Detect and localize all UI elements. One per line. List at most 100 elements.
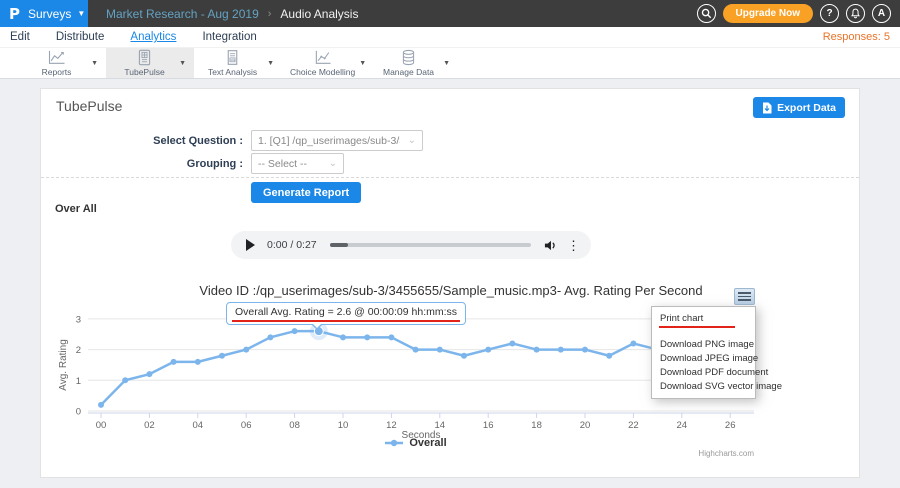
export-data-label: Export Data — [777, 102, 836, 114]
svg-text:20: 20 — [580, 420, 591, 431]
search-icon — [701, 8, 712, 19]
chevron-down-icon[interactable]: ▼ — [91, 60, 98, 67]
select-question-dropdown[interactable]: 1. [Q1] /qp_userimages/sub-3/3455655/S..… — [251, 130, 423, 151]
play-icon[interactable] — [246, 239, 255, 251]
line-chart-icon — [47, 49, 67, 66]
svg-text:1: 1 — [76, 376, 81, 387]
chevron-down-icon[interactable]: ▼ — [359, 60, 366, 67]
audio-player: 0:00 / 0:27 ⋮ — [231, 231, 591, 259]
analytics-toolbar: Reports ▼ TubePulse ▼ — [0, 48, 900, 79]
database-icon — [400, 49, 417, 66]
svg-text:18: 18 — [531, 420, 542, 431]
legend-marker-icon — [385, 439, 403, 447]
svg-text:08: 08 — [289, 420, 300, 431]
chevron-down-icon: ⌄ — [329, 158, 337, 169]
breadcrumb-separator: › — [268, 8, 272, 20]
topbar-actions: Upgrade Now ? A — [697, 0, 891, 27]
menu-item-distribute[interactable]: Distribute — [56, 31, 105, 43]
volume-icon[interactable] — [544, 239, 557, 252]
audio-seek-thumb[interactable] — [330, 243, 348, 247]
svg-text:02: 02 — [144, 420, 155, 431]
svg-text:12: 12 — [386, 420, 397, 431]
svg-text:26: 26 — [725, 420, 736, 431]
select-question-value: 1. [Q1] /qp_userimages/sub-3/3455655/S..… — [258, 135, 400, 147]
avatar[interactable]: A — [872, 4, 891, 23]
red-underline-annotation — [232, 320, 460, 323]
generate-report-button[interactable]: Generate Report — [251, 182, 361, 203]
menu-item-download-pdf[interactable]: Download PDF document — [652, 365, 755, 379]
breadcrumb: Market Research - Aug 2019 › Audio Analy… — [106, 0, 358, 27]
series-overall[interactable] — [98, 322, 733, 408]
upgrade-now-button[interactable]: Upgrade Now — [723, 4, 813, 23]
top-bar: P Surveys ▼ Market Research - Aug 2019 ›… — [0, 0, 900, 27]
bell-icon — [850, 8, 861, 19]
surveys-app-switcher[interactable]: P Surveys ▼ — [0, 0, 88, 27]
grouping-dropdown[interactable]: -- Select -- ⌄ — [251, 153, 344, 174]
toolbar-label: Choice Modelling — [290, 67, 355, 77]
export-data-button[interactable]: Export Data — [753, 97, 845, 118]
toolbar-item-manage-data[interactable]: Manage Data ▼ — [370, 48, 458, 78]
svg-text:24: 24 — [677, 420, 688, 431]
questionpro-logo: P — [9, 5, 20, 23]
svg-text:16: 16 — [483, 420, 494, 431]
chart-tooltip-text: Overall Avg. Rating = 2.6 @ 00:00:09 hh:… — [235, 306, 457, 318]
highcharts-credits[interactable]: Highcharts.com — [698, 449, 754, 458]
chart-context-menu: Print chart Download PNG image Download … — [651, 306, 756, 399]
select-question-row: Select Question : 1. [Q1] /qp_userimages… — [41, 130, 859, 151]
page-title: TubePulse — [56, 98, 122, 114]
toolbar-label: Text Analysis — [208, 67, 257, 77]
y-axis-title: Avg. Rating — [58, 339, 69, 391]
choice-modelling-icon — [313, 49, 333, 66]
toolbar-item-choice-modelling[interactable]: Choice Modelling ▼ — [282, 48, 370, 78]
export-file-icon — [762, 102, 772, 114]
menu-item-download-png[interactable]: Download PNG image — [652, 337, 755, 351]
toolbar-label: Reports — [42, 67, 72, 77]
legend-label: Overall — [409, 437, 446, 449]
responses-count[interactable]: Responses: 5 — [823, 31, 890, 43]
svg-text:3: 3 — [76, 314, 81, 325]
toolbar-item-reports[interactable]: Reports ▼ — [18, 48, 106, 78]
grouping-label: Grouping : — [41, 158, 251, 170]
chevron-down-icon: ⌄ — [408, 135, 416, 146]
menu-separator — [652, 328, 755, 337]
menu-item-integration[interactable]: Integration — [202, 31, 256, 43]
tubepulse-panel: TubePulse Export Data Select Question : … — [40, 88, 860, 478]
chevron-down-icon[interactable]: ▼ — [267, 60, 274, 67]
menu-bar: Edit Distribute Analytics Integration Re… — [0, 27, 900, 48]
notifications-button[interactable] — [846, 4, 865, 23]
legend-item-overall[interactable]: Overall — [56, 437, 776, 449]
chevron-down-icon[interactable]: ▼ — [443, 60, 450, 67]
audio-seek-bar[interactable] — [330, 243, 531, 247]
menu-item-print-chart[interactable]: Print chart — [652, 311, 755, 325]
menu-item-download-svg[interactable]: Download SVG vector image — [652, 379, 755, 393]
breadcrumb-page: Audio Analysis — [280, 7, 358, 21]
chevron-down-icon[interactable]: ▼ — [179, 60, 186, 67]
chart-tooltip: Overall Avg. Rating = 2.6 @ 00:00:09 hh:… — [226, 302, 466, 325]
section-label-overall: Over All — [55, 203, 97, 215]
breadcrumb-survey[interactable]: Market Research - Aug 2019 — [106, 7, 259, 21]
toolbar-item-text-analysis[interactable]: Text Analysis ▼ — [194, 48, 282, 78]
text-analysis-icon — [224, 49, 241, 66]
svg-text:06: 06 — [241, 420, 252, 431]
form-divider — [41, 177, 859, 178]
menu-item-edit[interactable]: Edit — [10, 31, 30, 43]
svg-text:22: 22 — [628, 420, 639, 431]
menu-item-download-jpeg[interactable]: Download JPEG image — [652, 351, 755, 365]
svg-text:10: 10 — [338, 420, 349, 431]
kebab-menu-icon[interactable]: ⋮ — [567, 239, 580, 252]
svg-text:04: 04 — [193, 420, 204, 431]
grouping-value: -- Select -- — [258, 158, 321, 170]
svg-text:0: 0 — [76, 407, 81, 418]
chevron-down-icon: ▼ — [77, 9, 85, 18]
menu-item-analytics[interactable]: Analytics — [130, 31, 176, 43]
toolbar-label: TubePulse — [124, 67, 164, 77]
product-name: Surveys — [28, 7, 71, 21]
toolbar-item-tubepulse[interactable]: TubePulse ▼ — [106, 48, 194, 78]
svg-text:2: 2 — [76, 345, 81, 356]
search-button[interactable] — [697, 4, 716, 23]
help-button[interactable]: ? — [820, 4, 839, 23]
svg-text:00: 00 — [96, 420, 107, 431]
chart-title: Video ID :/qp_userimages/sub-3/3455655/S… — [56, 283, 846, 298]
tubepulse-icon — [136, 49, 153, 66]
audio-time: 0:00 / 0:27 — [267, 239, 317, 251]
